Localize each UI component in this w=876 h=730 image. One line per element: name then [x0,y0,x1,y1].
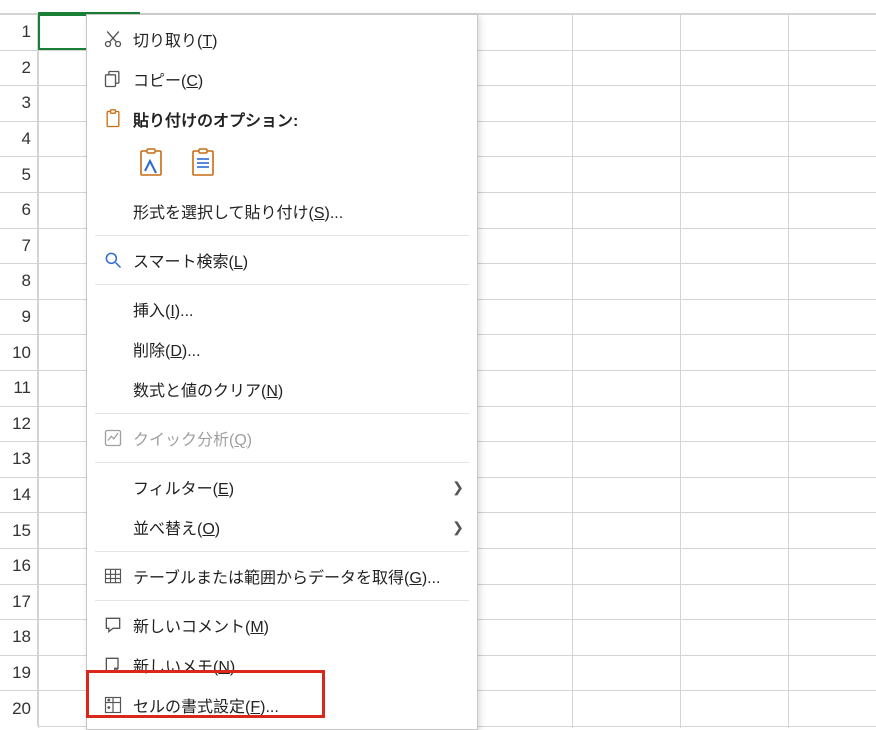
row-header[interactable]: 5 [0,156,38,192]
comment-icon [97,615,129,635]
chevron-right-icon: ❯ [449,519,467,536]
menu-label: セルの書式設定(F)... [129,693,467,717]
menu-label: 新しいコメント(M) [129,613,467,637]
menu-separator [95,551,469,552]
menu-separator [95,600,469,601]
menu-get-data-from-table[interactable]: テーブルまたは範囲からデータを取得(G)... [87,556,477,596]
chevron-right-icon: ❯ [449,479,467,496]
paste-icon [97,108,129,130]
menu-new-note[interactable]: 新しいメモ(N) [87,645,477,685]
menu-label: テーブルまたは範囲からデータを取得(G)... [129,564,467,588]
menu-separator [95,462,469,463]
paste-values-button[interactable] [185,145,221,181]
menu-format-cells[interactable]: セルの書式設定(F)... [87,685,477,725]
menu-label: 挿入(I)... [129,297,467,321]
row-header[interactable]: 1 [0,14,38,50]
menu-label: スマート検索(L) [129,248,467,272]
menu-label: クイック分析(Q) [129,426,467,450]
row-header[interactable]: 8 [0,263,38,299]
row-header[interactable]: 9 [0,299,38,335]
menu-paste-options-header: 貼り付けのオプション: [87,99,477,139]
row-header[interactable]: 7 [0,228,38,264]
menu-smart-lookup[interactable]: スマート検索(L) [87,240,477,280]
menu-label: フィルター(E) [129,475,449,499]
menu-label: 貼り付けのオプション: [129,107,467,131]
cut-icon [97,29,129,49]
menu-sort[interactable]: 並べ替え(O) ❯ [87,507,477,547]
row-header[interactable]: 16 [0,548,38,584]
format-cells-icon [97,695,129,715]
table-icon [97,566,129,586]
menu-label: 形式を選択して貼り付け(S)... [129,199,467,223]
menu-delete[interactable]: 削除(D)... [87,329,477,369]
row-header[interactable]: 4 [0,121,38,157]
row-header[interactable]: 11 [0,370,38,406]
row-header[interactable]: 3 [0,85,38,121]
menu-new-comment[interactable]: 新しいコメント(M) [87,605,477,645]
row-header[interactable]: 19 [0,655,38,691]
quick-analysis-icon [97,428,129,448]
menu-label: 切り取り(T) [129,27,467,51]
paste-options-row [87,139,477,191]
row-header[interactable]: 13 [0,441,38,477]
row-header[interactable]: 20 [0,690,38,726]
note-icon [97,655,129,675]
context-menu: 切り取り(T) コピー(C) 貼り付けのオプション: [86,14,478,730]
row-headers[interactable]: 1234567891011121314151617181920 [0,14,38,726]
search-icon [97,250,129,270]
row-header[interactable]: 17 [0,584,38,620]
menu-filter[interactable]: フィルター(E) ❯ [87,467,477,507]
menu-separator [95,413,469,414]
menu-quick-analysis: クイック分析(Q) [87,418,477,458]
paste-all-button[interactable] [133,145,169,181]
menu-label: 並べ替え(O) [129,515,449,539]
row-header[interactable]: 12 [0,406,38,442]
menu-clear-contents[interactable]: 数式と値のクリア(N) [87,369,477,409]
active-column-header-highlight [38,0,140,14]
menu-label: 新しいメモ(N) [129,653,467,677]
row-header[interactable]: 6 [0,192,38,228]
menu-label: 数式と値のクリア(N) [129,377,467,401]
menu-copy[interactable]: コピー(C) [87,59,477,99]
row-header[interactable]: 14 [0,477,38,513]
copy-icon [97,69,129,89]
menu-insert[interactable]: 挿入(I)... [87,289,477,329]
row-header[interactable]: 10 [0,334,38,370]
menu-cut[interactable]: 切り取り(T) [87,19,477,59]
menu-paste-special[interactable]: 形式を選択して貼り付け(S)... [87,191,477,231]
row-header[interactable]: 2 [0,50,38,86]
menu-separator [95,284,469,285]
menu-separator [95,235,469,236]
row-header[interactable]: 18 [0,619,38,655]
row-header[interactable]: 15 [0,512,38,548]
menu-label: 削除(D)... [129,337,467,361]
menu-label: コピー(C) [129,67,467,91]
